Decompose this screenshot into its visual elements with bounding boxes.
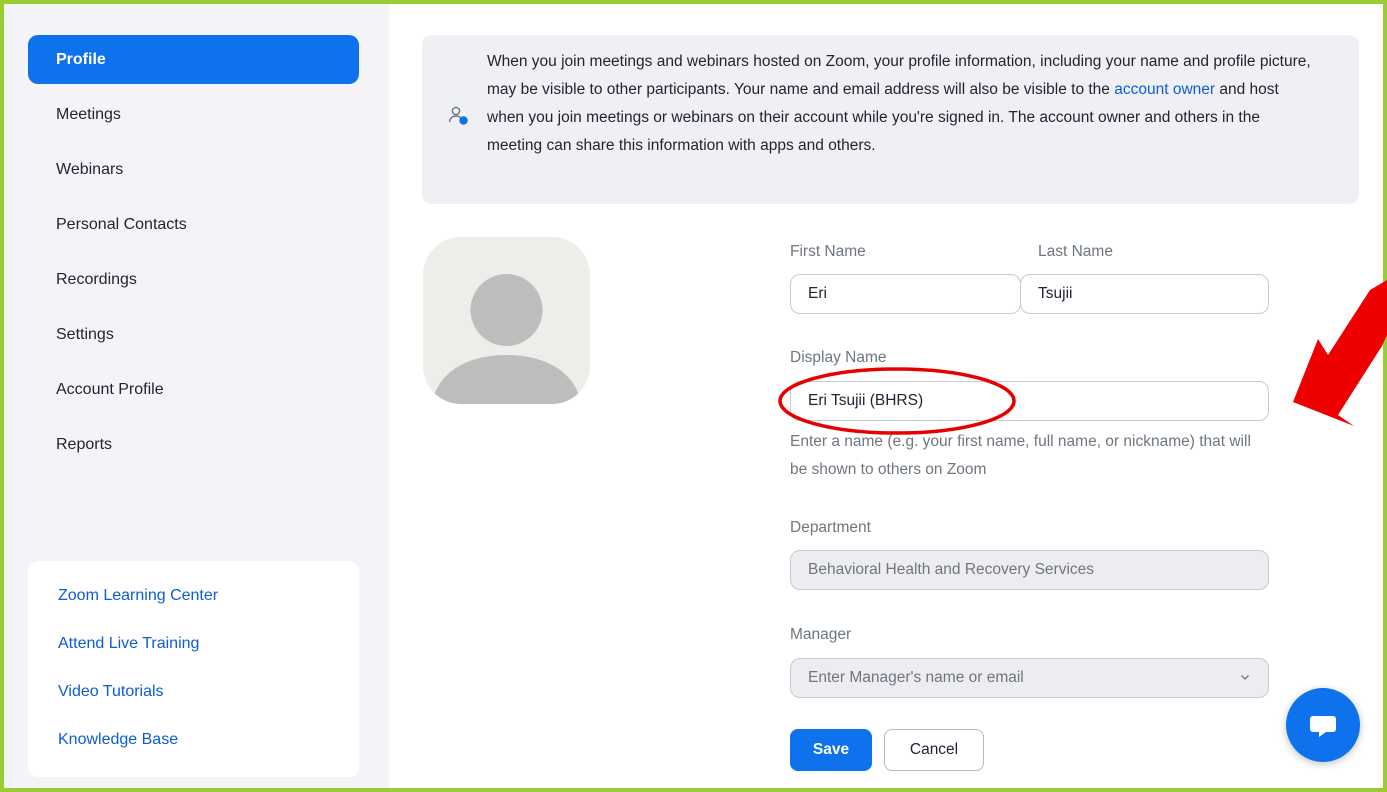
first-name-label: First Name [790,243,866,260]
last-name-label: Last Name [1038,243,1113,260]
main-content: When you join meetings and webinars host… [389,4,1383,788]
chat-bubble-icon [1310,716,1336,737]
manager-placeholder: Enter Manager's name or email [808,669,1024,686]
display-name-hint: Enter a name (e.g. your first name, full… [790,433,1251,478]
last-name-field[interactable]: Tsujii [1020,274,1269,314]
first-name-field[interactable]: Eri [790,274,1021,314]
chat-support-button[interactable] [1286,688,1360,762]
learning-center-link[interactable]: Zoom Learning Center [28,579,359,627]
knowledge-base-link[interactable]: Knowledge Base [28,723,359,771]
user-info-icon [448,106,468,125]
privacy-notice: When you join meetings and webinars host… [422,35,1359,204]
privacy-notice-text: When you join meetings and webinars host… [487,48,1312,160]
learning-resources-panel: Zoom Learning Center Attend Live Trainin… [28,561,359,777]
department-label: Department [790,519,871,536]
sidebar-item-recordings[interactable]: Recordings [28,255,359,304]
cancel-button[interactable]: Cancel [884,729,984,771]
sidebar-nav: Profile Meetings Webinars Personal Conta… [28,35,359,475]
live-training-link[interactable]: Attend Live Training [28,627,359,675]
avatar[interactable] [423,237,590,404]
sidebar: Profile Meetings Webinars Personal Conta… [4,4,389,788]
department-field: Behavioral Health and Recovery Services [790,550,1269,590]
sidebar-item-profile[interactable]: Profile [28,35,359,84]
save-button[interactable]: Save [790,729,872,771]
video-tutorials-link[interactable]: Video Tutorials [28,675,359,723]
account-owner-link[interactable]: account owner [1114,81,1215,98]
chevron-down-icon [1241,675,1249,680]
display-name-field[interactable]: Eri Tsujii (BHRS) [790,381,1269,421]
sidebar-item-webinars[interactable]: Webinars [28,145,359,194]
sidebar-item-account-profile[interactable]: Account Profile [28,365,359,414]
manager-label: Manager [790,626,852,643]
manager-select[interactable]: Enter Manager's name or email [790,658,1269,698]
sidebar-item-reports[interactable]: Reports [28,420,359,469]
sidebar-item-settings[interactable]: Settings [28,310,359,359]
sidebar-item-personal-contacts[interactable]: Personal Contacts [28,200,359,249]
display-name-label: Display Name [790,349,887,366]
default-avatar-icon [431,274,582,404]
sidebar-item-meetings[interactable]: Meetings [28,90,359,139]
